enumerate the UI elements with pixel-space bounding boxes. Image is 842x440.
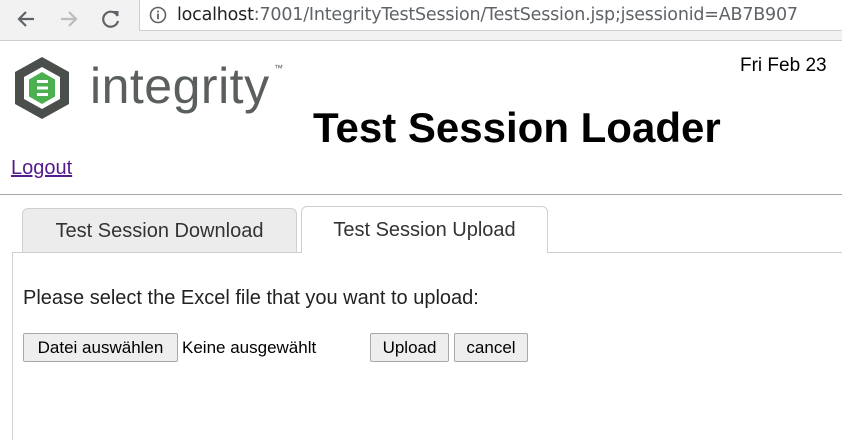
url-text: localhost:7001/IntegrityTestSession/Test… [177, 5, 798, 25]
choose-file-button[interactable]: Datei auswählen [23, 333, 178, 362]
address-bar[interactable]: localhost:7001/IntegrityTestSession/Test… [139, 0, 842, 31]
current-date: Fri Feb 23 [740, 55, 827, 76]
header-divider [0, 194, 842, 195]
upload-button[interactable]: Upload [370, 333, 449, 362]
browser-toolbar: localhost:7001/IntegrityTestSession/Test… [0, 0, 842, 41]
forward-arrow-icon[interactable] [55, 5, 83, 33]
url-host: localhost [177, 5, 254, 25]
info-icon[interactable] [149, 6, 167, 24]
back-arrow-icon[interactable] [12, 5, 40, 33]
upload-instruction: Please select the Excel file that you wa… [23, 287, 479, 309]
tab-strip: Test Session Download Test Session Uploa… [0, 206, 842, 253]
tab-test-session-upload[interactable]: Test Session Upload [301, 206, 548, 253]
reload-icon[interactable] [97, 5, 125, 33]
url-path: :7001/IntegrityTestSession/TestSession.j… [253, 5, 798, 25]
logout-link[interactable]: Logout [11, 157, 72, 180]
cancel-button[interactable]: cancel [454, 333, 528, 362]
logo-trademark: ™ [274, 63, 283, 73]
integrity-logo: integrity ™ [12, 55, 302, 121]
integrity-logo-icon [15, 57, 69, 119]
tab-test-session-download[interactable]: Test Session Download [22, 208, 297, 253]
page-title: Test Session Loader [313, 104, 721, 151]
no-file-selected-text: Keine ausgewählt [182, 338, 317, 357]
logo-wordmark: integrity [90, 58, 270, 114]
page: integrity ™ Fri Feb 23 Test Session Load… [0, 41, 842, 440]
